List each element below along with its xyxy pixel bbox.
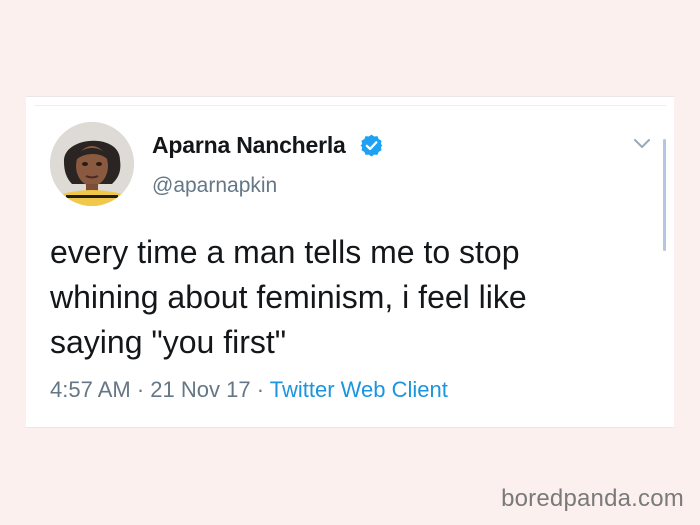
meta-separator: · <box>250 377 270 402</box>
user-name[interactable]: Aparna Nancherla <box>152 132 346 159</box>
tweet-meta: 4:57 AM · 21 Nov 17 · Twitter Web Client <box>50 377 448 403</box>
tweet-date[interactable]: 21 Nov 17 <box>150 377 250 402</box>
divider <box>34 105 666 106</box>
meta-separator: · <box>130 377 151 402</box>
chevron-down-icon[interactable] <box>633 138 651 150</box>
profile-photo-icon <box>50 122 134 206</box>
tweet-text: every time a man tells me to stop whinin… <box>50 234 527 360</box>
scrollbar[interactable] <box>663 139 666 251</box>
watermark: boredpanda.com <box>501 485 684 512</box>
user-handle[interactable]: @aparnapkin <box>152 174 277 198</box>
avatar[interactable] <box>50 122 134 206</box>
tweet-time[interactable]: 4:57 AM <box>50 377 131 402</box>
verified-badge-icon <box>360 134 383 157</box>
page: Aparna Nancherla @aparnapkin every time … <box>0 0 700 525</box>
tweet-source-link[interactable]: Twitter Web Client <box>270 377 448 402</box>
tweet-card: Aparna Nancherla @aparnapkin every time … <box>26 96 674 428</box>
